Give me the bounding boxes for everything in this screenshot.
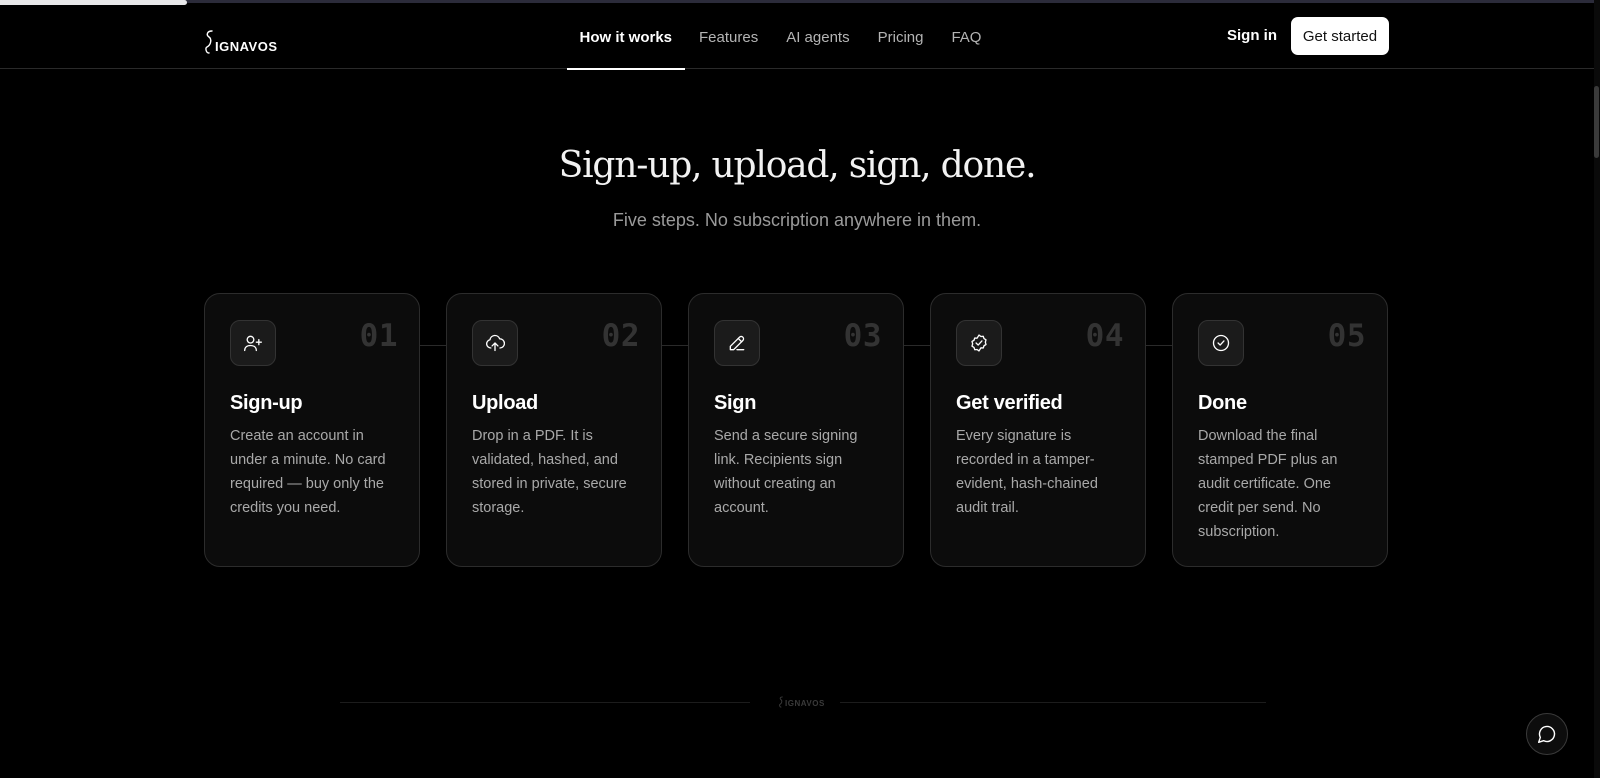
step-title: Sign-up — [230, 392, 303, 414]
footer-divider — [840, 702, 1266, 703]
step-card-get-verified: 04 Get verified Every signature is recor… — [930, 293, 1146, 567]
nav-faq[interactable]: FAQ — [937, 5, 995, 69]
user-plus-icon — [230, 320, 276, 366]
scrollbar-thumb[interactable] — [1594, 86, 1599, 158]
step-description: Create an account in under a minute. No … — [230, 428, 386, 516]
site-header: IGNAVOS How it works Features AI agents … — [0, 5, 1594, 70]
circle-check-icon — [1198, 320, 1244, 366]
step-card-sign: 03 Sign Send a secure signing link. Reci… — [688, 293, 904, 567]
step-title: Get verified — [956, 392, 1063, 414]
step-title: Done — [1198, 392, 1247, 414]
steps-section: 01 Sign-up Create an account in under a … — [204, 293, 1390, 568]
top-border — [0, 0, 1600, 3]
nav-features[interactable]: Features — [685, 5, 772, 69]
step-title: Sign — [714, 392, 757, 414]
step-number: 05 — [1327, 318, 1366, 354]
step-number: 04 — [1085, 318, 1124, 354]
chat-button[interactable] — [1526, 713, 1568, 755]
nav-how-it-works[interactable]: How it works — [566, 5, 686, 70]
step-card-sign-up: 01 Sign-up Create an account in under a … — [204, 293, 420, 567]
hero-subtitle: Five steps. No subscription anywhere in … — [612, 210, 982, 230]
logo-s-icon — [779, 696, 783, 708]
badge-check-icon — [956, 320, 1002, 366]
step-number: 01 — [359, 318, 398, 354]
footer-divider — [340, 702, 750, 703]
step-connector — [662, 345, 688, 346]
hero-title: Sign-up, upload, sign, done. — [558, 145, 1037, 186]
brand-name: IGNAVOS — [215, 39, 278, 54]
step-description: Send a secure signing link. Recipients s… — [714, 428, 858, 516]
step-description: Drop in a PDF. It is validated, hashed, … — [472, 428, 627, 516]
step-connector — [420, 345, 446, 346]
chat-bubble-icon — [1537, 725, 1556, 744]
footer-logo: IGNAVOS — [778, 696, 825, 708]
brand-logo[interactable]: IGNAVOS — [204, 25, 278, 55]
step-connector — [904, 345, 930, 346]
cloud-upload-icon — [472, 320, 518, 366]
logo-s-icon — [205, 30, 213, 54]
step-card-upload: 02 Upload Drop in a PDF. It is validated… — [446, 293, 662, 567]
step-number: 02 — [601, 318, 640, 354]
nav-ai-agents[interactable]: AI agents — [772, 5, 863, 69]
footer-brand-name: IGNAVOS — [785, 699, 825, 708]
step-title: Upload — [472, 392, 538, 414]
step-card-done: 05 Done Download the final stamped PDF p… — [1172, 293, 1388, 567]
step-connector — [1146, 345, 1172, 346]
sign-in-link[interactable]: Sign in — [1227, 27, 1277, 44]
nav-pricing[interactable]: Pricing — [864, 5, 938, 69]
get-started-button[interactable]: Get started — [1291, 17, 1389, 55]
pen-icon — [714, 320, 760, 366]
step-number: 03 — [843, 318, 882, 354]
step-description: Every signature is recorded in a tamper-… — [956, 428, 1098, 516]
step-description: Download the final stamped PDF plus an a… — [1198, 428, 1338, 540]
